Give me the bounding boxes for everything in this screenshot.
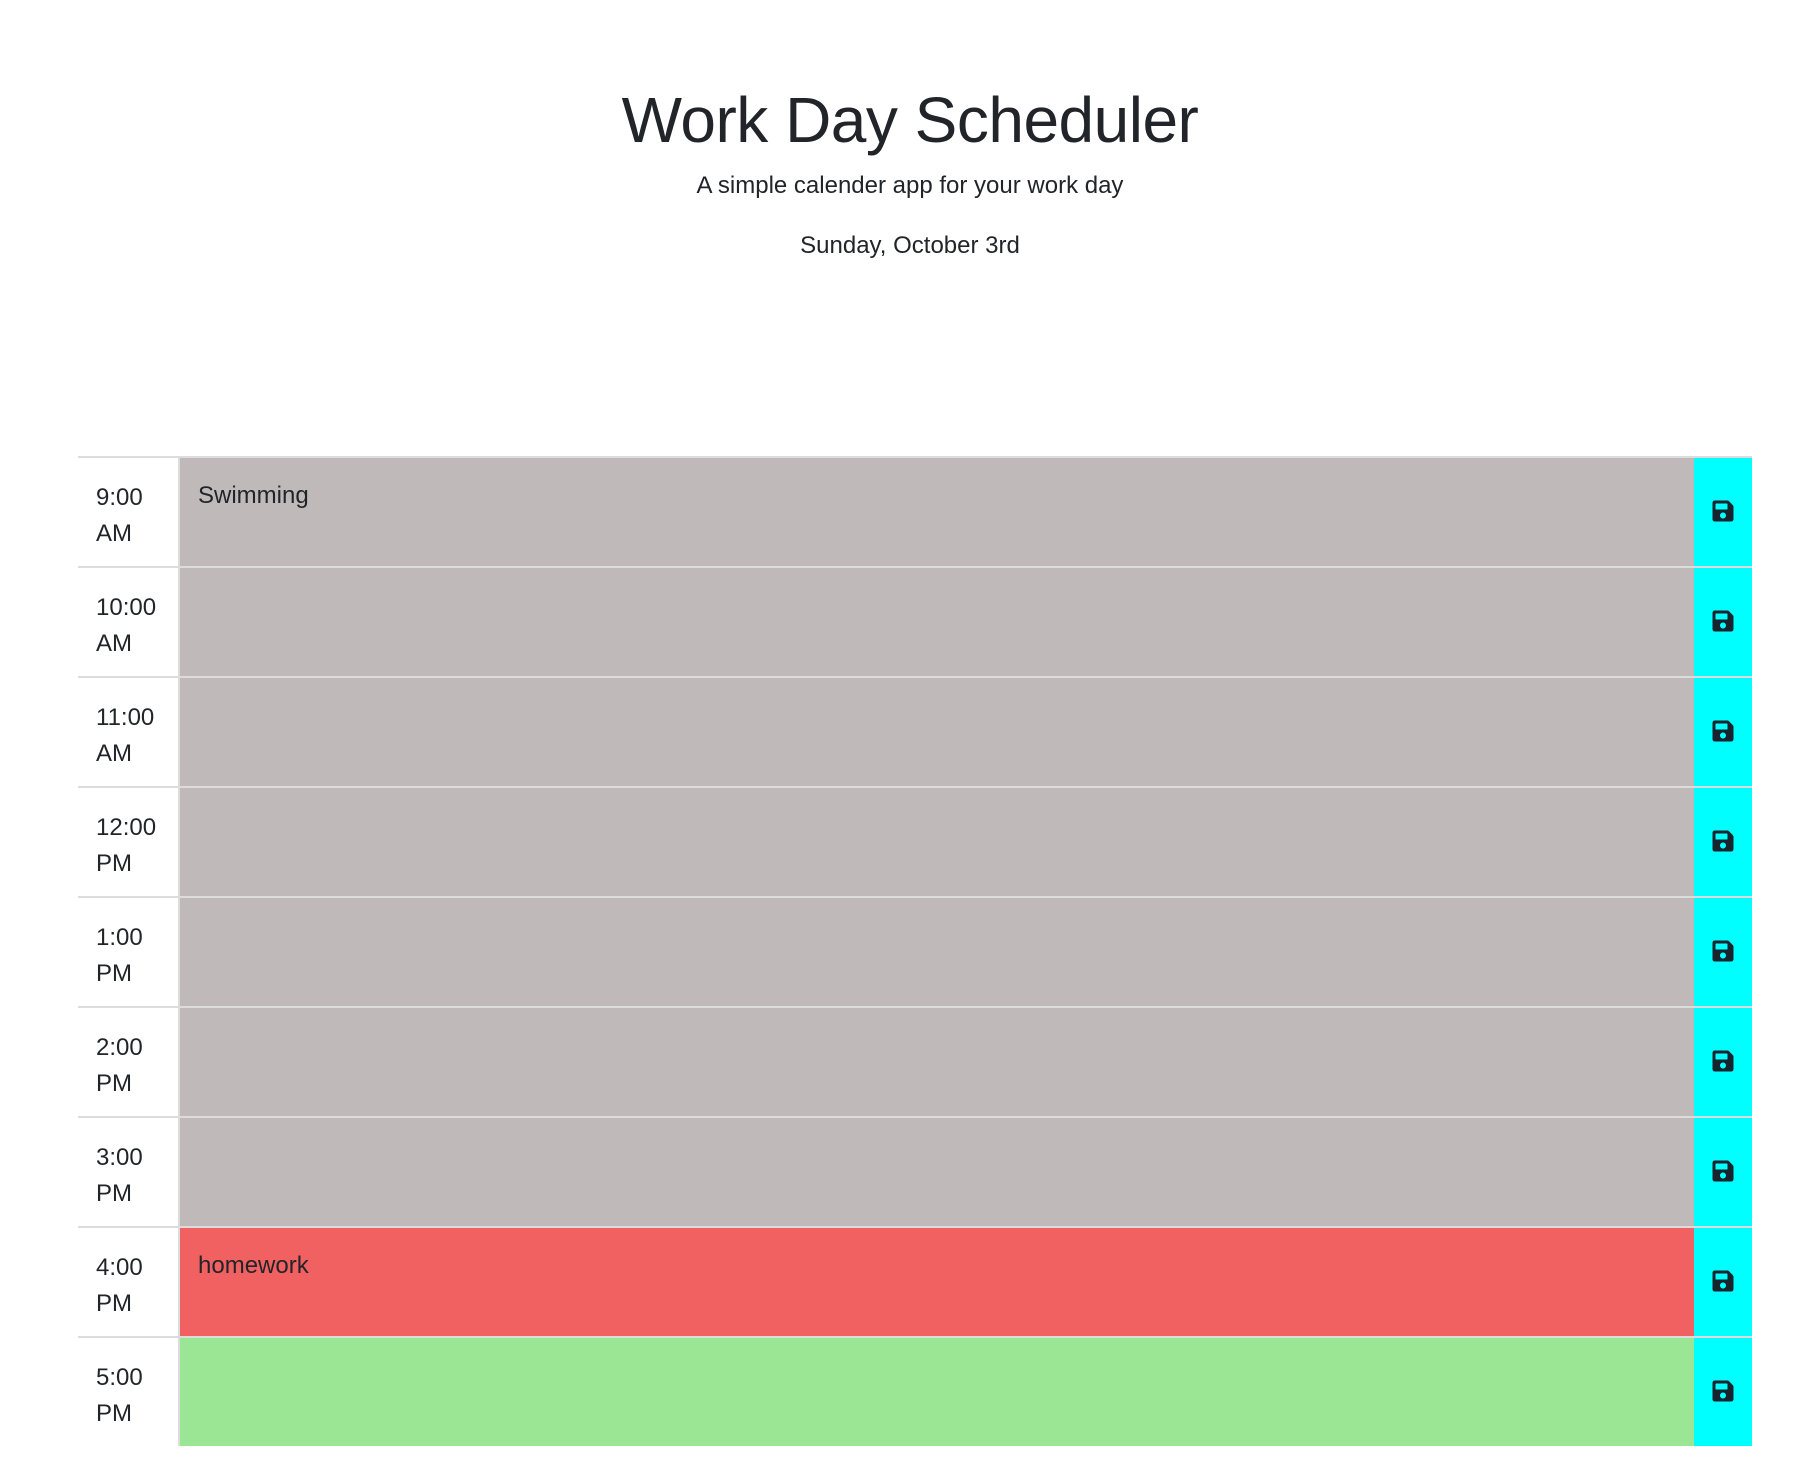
save-button[interactable] [1694, 1228, 1752, 1336]
save-icon [1711, 1379, 1735, 1406]
time-block: 3:00 PM [78, 1116, 1752, 1226]
time-block: 10:00 AM [78, 566, 1752, 676]
description-input[interactable] [178, 898, 1694, 1006]
save-icon [1711, 1159, 1735, 1186]
save-icon [1711, 939, 1735, 966]
save-icon [1711, 609, 1735, 636]
save-button[interactable] [1694, 788, 1752, 896]
save-button[interactable] [1694, 1118, 1752, 1226]
save-icon [1711, 499, 1735, 526]
description-input[interactable] [178, 1008, 1694, 1116]
hour-label: 9:00 AM [78, 458, 178, 566]
time-block: 2:00 PM [78, 1006, 1752, 1116]
description-input[interactable] [178, 568, 1694, 676]
save-icon [1711, 1049, 1735, 1076]
description-input[interactable] [178, 788, 1694, 896]
save-button[interactable] [1694, 458, 1752, 566]
time-block: 9:00 AM Swimming [78, 456, 1752, 566]
save-button[interactable] [1694, 1338, 1752, 1446]
hour-label: 2:00 PM [78, 1008, 178, 1116]
hour-label: 11:00 AM [78, 678, 178, 786]
hour-label: 3:00 PM [78, 1118, 178, 1226]
page-subtitle: A simple calender app for your work day [696, 172, 1124, 199]
hour-label: 1:00 PM [78, 898, 178, 1006]
save-icon [1711, 1269, 1735, 1296]
current-day: Sunday, October 3rd [800, 232, 1020, 259]
save-button[interactable] [1694, 678, 1752, 786]
hour-label: 12:00 PM [78, 788, 178, 896]
scheduler: 9:00 AM Swimming 10:00 AM 11:00 AM 12:00… [78, 456, 1752, 1446]
time-block: 4:00 PM homework [78, 1226, 1752, 1336]
header: Work Day Scheduler A simple calender app… [0, 0, 1820, 376]
hour-label: 4:00 PM [78, 1228, 178, 1336]
time-block: 12:00 PM [78, 786, 1752, 896]
page-title: Work Day Scheduler [621, 84, 1199, 156]
save-button[interactable] [1694, 898, 1752, 1006]
description-input[interactable] [178, 678, 1694, 786]
save-button[interactable] [1694, 568, 1752, 676]
description-input[interactable]: homework [178, 1228, 1694, 1336]
time-block: 5:00 PM [78, 1336, 1752, 1446]
time-block: 11:00 AM [78, 676, 1752, 786]
hour-label: 10:00 AM [78, 568, 178, 676]
save-icon [1711, 719, 1735, 746]
description-input[interactable] [178, 1338, 1694, 1446]
save-button[interactable] [1694, 1008, 1752, 1116]
time-block: 1:00 PM [78, 896, 1752, 1006]
hour-label: 5:00 PM [78, 1338, 178, 1446]
save-icon [1711, 829, 1735, 856]
description-input[interactable] [178, 1118, 1694, 1226]
description-input[interactable]: Swimming [178, 458, 1694, 566]
